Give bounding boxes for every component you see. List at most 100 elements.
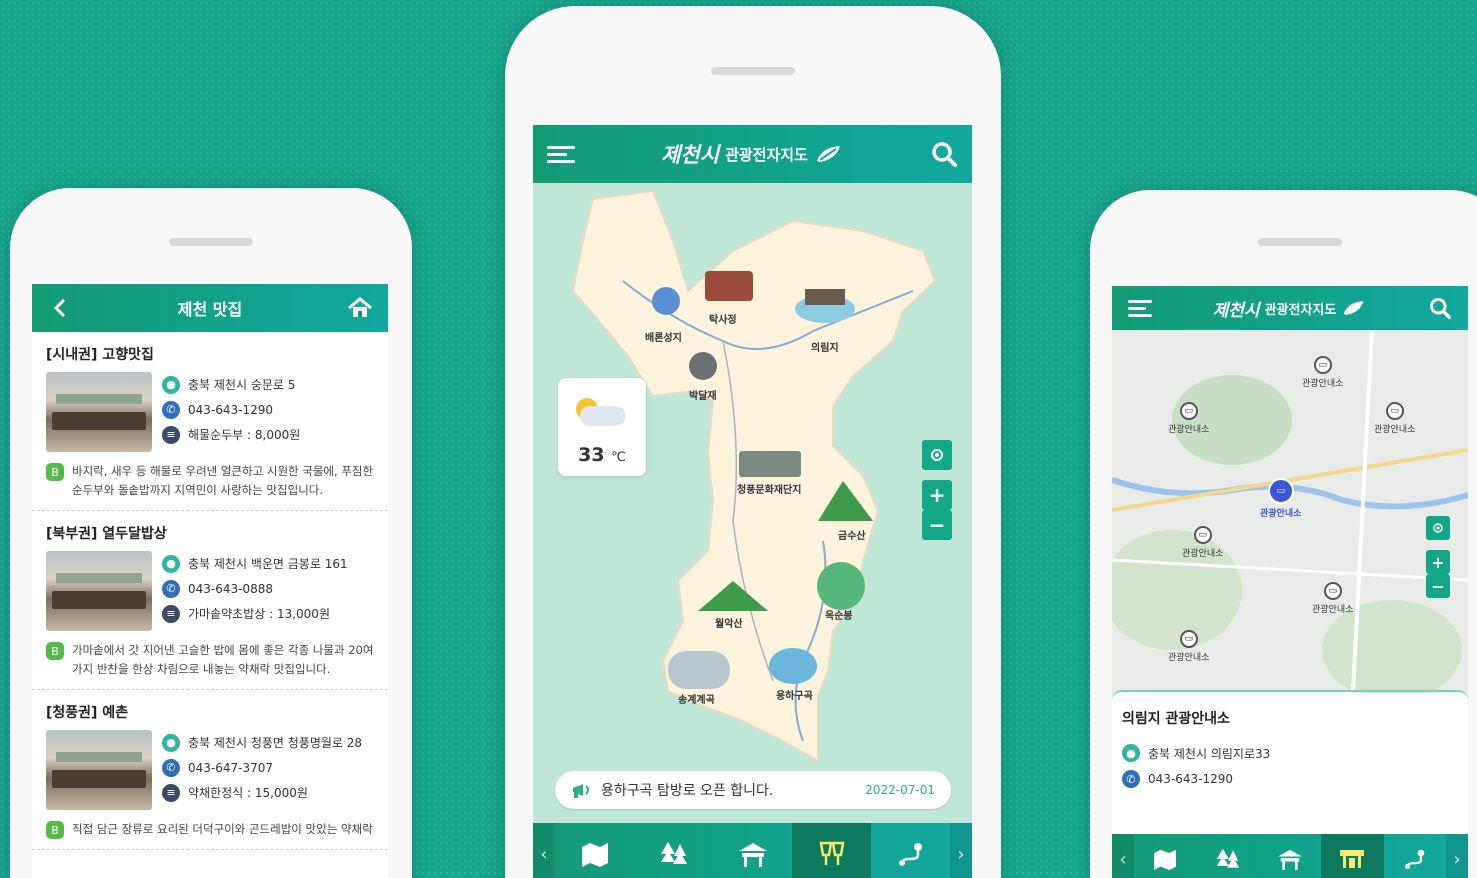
info-center-marker[interactable]: ▭ 관광안내소 [1374, 402, 1415, 435]
app-bar: 제천시 관광전자지도 [1112, 286, 1468, 330]
zoom-in-button[interactable]: + [922, 480, 952, 510]
notice-date: 2022-07-01 [865, 783, 935, 797]
detail-phone[interactable]: 043-643-1290 [1148, 772, 1233, 786]
street-map[interactable] [1112, 329, 1468, 711]
map-icon[interactable] [555, 823, 634, 878]
poi-label: 관광안내소 [1374, 425, 1416, 435]
location-pin-icon: ● [162, 554, 180, 573]
locate-icon[interactable] [1426, 516, 1450, 540]
locate-icon[interactable] [922, 440, 952, 470]
location-pin-icon: ● [162, 733, 180, 752]
back-arrow-icon[interactable] [36, 284, 84, 332]
location-pin-icon: ● [162, 375, 180, 394]
weather-unit: ℃ [611, 450, 626, 465]
info-center-marker[interactable]: ▭ 관광안내소 [1182, 526, 1223, 559]
poi-label: 관광안내소 [1302, 379, 1344, 389]
map-icon[interactable] [1134, 834, 1196, 878]
chevron-right-icon[interactable]: › [950, 823, 972, 878]
description: 가마솥에서 갓 지어낸 고슬한 밥에 몸에 좋은 각종 나물과 20여 가지 반… [72, 643, 374, 676]
restaurant-photo [46, 372, 152, 452]
logo-leaf-icon [1343, 301, 1364, 315]
route-icon[interactable] [871, 823, 950, 878]
restaurant-name: [청풍권] 예촌 [46, 705, 129, 721]
zoom-out-button[interactable]: − [1426, 574, 1450, 598]
right-phone: 제천시 관광전자지도 ▭ 관광안내소 ▭ 관광안내소 ▭ 관광안내소 ▭ 관광안내소 ▭… [1090, 190, 1477, 878]
brand-logo-text: 제천시 [1212, 300, 1260, 321]
app-title: 관광전자지도 [1264, 302, 1337, 318]
left-phone: 제천 맛집 [시내권] 고향맛집 ● 충북 제천시 숭문로 5 ✆ 043-643-… [10, 188, 412, 878]
zoom-out-button[interactable]: − [922, 510, 952, 540]
info-booth-icon: ▭ [1179, 402, 1198, 420]
phone-number[interactable]: 043-643-1290 [188, 403, 273, 417]
info-center-marker[interactable]: ▭ 관광안내소 [1168, 630, 1209, 663]
chevron-left-icon[interactable]: ‹ [533, 823, 555, 878]
route-icon[interactable] [1384, 834, 1446, 878]
info-booth-icon: ▭ [1193, 526, 1212, 544]
chevron-right-icon[interactable]: › [1446, 834, 1468, 878]
chevron-left-icon[interactable]: ‹ [1112, 834, 1134, 878]
bottom-tab-bar: ‹ › [1112, 834, 1468, 878]
center-phone: 제천시 관광전자지도 배론성지 탁사정 의림지 박달재 청풍문화재단지 금수산 … [505, 6, 1001, 878]
weather-widget: 33 ℃ [558, 378, 646, 476]
address: 충북 제천시 청풍면 청풍명월로 28 [188, 736, 363, 750]
home-icon[interactable] [336, 284, 384, 332]
place-label: 배론성지 [645, 331, 682, 344]
detail-address: 충북 제천시 의림지로33 [1148, 746, 1271, 761]
search-icon[interactable] [920, 125, 968, 183]
search-icon[interactable] [1416, 286, 1464, 330]
menu-price: 약채한정식 : 15,000원 [188, 786, 308, 800]
weather-temperature: 33 [578, 444, 605, 466]
selected-info-center-marker[interactable]: ▭ 관광안내소 [1260, 478, 1301, 519]
food-icon[interactable] [792, 823, 871, 878]
poi-label: 관광안내소 [1312, 605, 1354, 615]
list-item[interactable]: [시내권] 고향맛집 ● 충북 제천시 숭문로 5 ✆ 043-643-1290 ≡… [32, 332, 388, 511]
place-marker[interactable]: 청풍문화재단지 [737, 451, 801, 496]
zoom-in-button[interactable]: + [1426, 550, 1450, 574]
pavilion-icon[interactable] [713, 823, 792, 878]
hamburger-menu-icon[interactable] [537, 125, 585, 183]
list-item[interactable]: [청풍권] 예촌 ● 충북 제천시 청풍면 청풍명월로 28 ✆ 043-647-3… [32, 690, 388, 850]
phone-icon: ✆ [162, 400, 180, 419]
tree-icon[interactable] [1196, 834, 1258, 878]
info-center-marker[interactable]: ▭ 관광안내소 [1302, 356, 1343, 389]
app-bar: 제천 맛집 [32, 284, 388, 332]
info-center-marker[interactable]: ▭ 관광안내소 [1312, 582, 1353, 615]
info-center-marker[interactable]: ▭ 관광안내소 [1168, 402, 1209, 435]
place-label: 옥순봉 [825, 610, 853, 622]
info-booth-icon: ▭ [1179, 630, 1198, 648]
list-item[interactable]: [북부권] 열두달밥상 ● 충북 제천시 백운면 금봉로 161 ✆ 043-643… [32, 511, 388, 690]
info-booth-tab-icon[interactable] [1321, 834, 1384, 878]
place-label: 의림지 [811, 341, 839, 354]
brand-logo-text: 제천시 [661, 142, 720, 167]
phone-number[interactable]: 043-647-3707 [188, 761, 273, 775]
hamburger-menu-icon[interactable] [1116, 286, 1164, 330]
description: 직접 담근 장류로 요리된 더덕구이와 곤드레밥이 맛있는 약채락 [72, 822, 373, 836]
tourism-map[interactable]: 배론성지 탁사정 의림지 박달재 청풍문화재단지 금수산 옥순봉 월악산 송계계… [533, 181, 972, 821]
app-title: 관광전자지도 [725, 145, 808, 164]
poi-label: 관광안내소 [1168, 425, 1210, 435]
phone-icon: ✆ [1122, 770, 1140, 788]
description-icon: B [46, 463, 64, 481]
phone-number[interactable]: 043-643-0888 [188, 582, 273, 596]
info-booth-icon: ▭ [1267, 478, 1294, 504]
restaurant-photo [46, 551, 152, 631]
tree-icon[interactable] [634, 823, 713, 878]
phone-speaker [169, 238, 253, 246]
description-icon: B [46, 642, 64, 660]
app-bar: 제천시 관광전자지도 [533, 125, 972, 183]
notice-bar[interactable]: 용하구곡 탐방로 오픈 합니다. 2022-07-01 [555, 771, 951, 809]
place-marker[interactable]: 용하구곡 [769, 648, 817, 702]
place-label: 박달재 [689, 389, 717, 402]
pavilion-icon[interactable] [1259, 834, 1321, 878]
info-booth-icon: ▭ [1323, 582, 1342, 600]
place-label: 월악산 [715, 617, 743, 630]
restaurant-name: [북부권] 열두달밥상 [46, 526, 167, 542]
poi-label: 관광안내소 [1168, 653, 1210, 663]
phone-speaker [711, 67, 795, 75]
place-label: 송계계곡 [678, 693, 715, 706]
phone-icon: ✆ [162, 579, 180, 598]
description-icon: B [46, 821, 64, 839]
cloud-icon [580, 406, 626, 426]
place-marker[interactable]: 옥순봉 [817, 562, 865, 622]
logo-leaf-icon [816, 146, 840, 162]
